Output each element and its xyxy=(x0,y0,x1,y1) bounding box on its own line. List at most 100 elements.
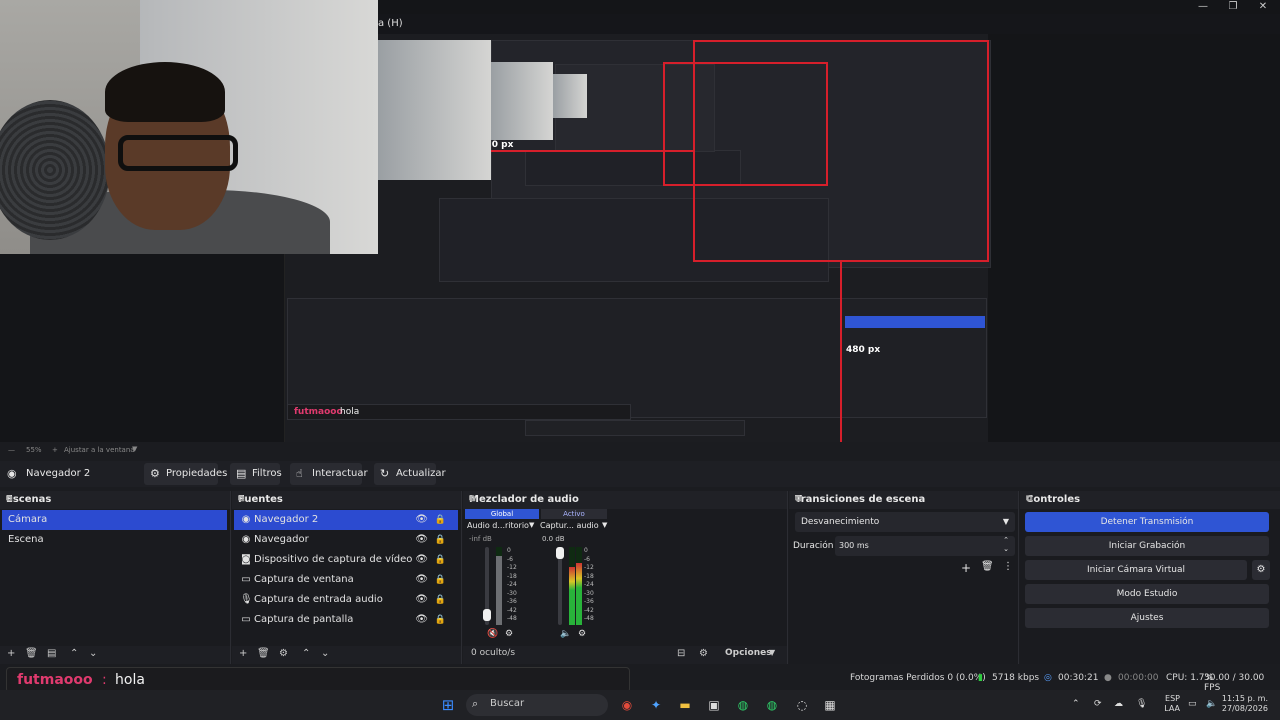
volume-slider-knob[interactable] xyxy=(556,547,564,559)
gear-icon[interactable]: ⚙ xyxy=(505,629,513,639)
add-icon[interactable]: + xyxy=(7,648,15,659)
obs-icon[interactable]: ◌ xyxy=(792,695,812,715)
popout-icon[interactable]: ⧉ xyxy=(238,494,457,504)
more-icon[interactable]: ⋮ xyxy=(1003,561,1013,572)
interact-button[interactable]: ☝ Interactuar xyxy=(290,463,368,485)
settings-button[interactable]: Ajustes xyxy=(1025,608,1269,628)
duration-input[interactable]: 300 ms ⌃ ⌄ xyxy=(835,536,1015,556)
source-label: Dispositivo de captura de vídeo xyxy=(254,554,413,565)
start-virtual-camera-button[interactable]: Iniciar Cámara Virtual xyxy=(1025,560,1247,580)
move-down-icon[interactable]: ⌄ xyxy=(321,648,329,659)
popout-icon[interactable]: ⧉ xyxy=(469,494,783,504)
transition-select[interactable]: Desvanecimiento ▼ xyxy=(795,512,1015,532)
options-button[interactable]: Opciones xyxy=(725,648,772,658)
lock-icon[interactable]: 🔒 xyxy=(435,530,446,550)
lock-icon[interactable]: 🔒 xyxy=(435,550,446,570)
chevron-down-icon[interactable]: ▼ xyxy=(529,521,534,529)
trash-icon[interactable]: 🗑 xyxy=(257,648,270,659)
refresh-label: Actualizar xyxy=(396,468,446,479)
app-icon[interactable]: ◍ xyxy=(762,695,782,715)
lock-icon[interactable]: 🔒 xyxy=(435,510,446,530)
volume-icon[interactable]: 🔈 xyxy=(1206,699,1217,709)
move-up-icon[interactable]: ⌃ xyxy=(302,648,310,659)
move-down-icon[interactable]: ⌄ xyxy=(89,648,97,659)
gear-icon[interactable]: ⚙ xyxy=(1252,560,1270,580)
chrome-icon[interactable]: ◉ xyxy=(617,695,637,715)
source-item[interactable]: ▭ Captura de pantalla 👁 🔒 xyxy=(234,610,458,630)
copilot-icon[interactable]: ✦ xyxy=(646,695,666,715)
chat-message: hola xyxy=(115,672,145,688)
channel-db: -inf dB xyxy=(469,535,492,543)
scene-item[interactable]: Escena xyxy=(2,530,227,550)
zoom-out-icon[interactable]: — xyxy=(8,446,15,454)
fit-window-label[interactable]: Ajustar a la ventana xyxy=(64,446,135,454)
close-button[interactable]: ✕ xyxy=(1248,1,1278,13)
popout-icon[interactable]: ⧉ xyxy=(1026,494,1276,504)
taskbar-search[interactable]: ⌕ Buscar xyxy=(466,694,608,716)
add-icon[interactable]: + xyxy=(961,561,971,575)
microphone-icon[interactable]: 🎙 xyxy=(1136,699,1147,709)
eye-icon[interactable]: 👁 xyxy=(415,510,428,530)
source-item[interactable]: 🎙 Captura de entrada audio 👁 🔒 xyxy=(234,590,458,610)
eye-icon[interactable]: 👁 xyxy=(415,570,428,590)
app-window-icon[interactable]: ▦ xyxy=(820,695,840,715)
popout-icon[interactable]: ⧉ xyxy=(6,494,226,504)
chevron-down-icon[interactable]: ▼ xyxy=(602,521,607,529)
source-item[interactable]: ◉ Navegador 2 👁 🔒 xyxy=(234,510,458,530)
minimize-button[interactable]: — xyxy=(1188,1,1218,13)
cloud-icon[interactable]: ☁ xyxy=(1114,699,1123,709)
chevron-down-icon[interactable]: ▼ xyxy=(132,445,137,453)
lock-icon[interactable]: 🔒 xyxy=(435,570,446,590)
popout-icon[interactable]: ⧉ xyxy=(795,494,1014,504)
eye-icon[interactable]: 👁 xyxy=(415,590,428,610)
gear-icon[interactable]: ⚙ xyxy=(699,648,708,659)
menu-fragment[interactable]: a (H) xyxy=(378,18,403,29)
clock[interactable]: 11:15 p. m. 27/08/2026 xyxy=(1220,694,1268,714)
trash-icon[interactable]: 🗑 xyxy=(981,561,994,572)
gear-icon[interactable]: ⚙ xyxy=(578,629,586,639)
eye-icon[interactable]: 👁 xyxy=(415,530,428,550)
preview-canvas[interactable]: futmaooo hola 1120 px 480 px xyxy=(0,0,1280,442)
tab-activo[interactable]: Activo xyxy=(541,509,607,519)
scene-item[interactable]: Cámara xyxy=(2,510,227,530)
eye-icon[interactable]: 👁 xyxy=(415,610,428,630)
speaker-icon[interactable]: 🔈 xyxy=(560,629,571,639)
source-item[interactable]: ◉ Navegador 👁 🔒 xyxy=(234,530,458,550)
refresh-button[interactable]: ↻ Actualizar xyxy=(374,463,446,485)
gear-icon[interactable]: ⚙ xyxy=(279,648,288,659)
zoom-in-icon[interactable]: + xyxy=(52,446,58,454)
filter-icon[interactable]: ▤ xyxy=(47,648,56,659)
chevron-up-icon[interactable]: ⌃ xyxy=(1072,699,1080,709)
source-item[interactable]: ▭ Captura de ventana 👁 🔒 xyxy=(234,570,458,590)
add-icon[interactable]: + xyxy=(239,648,247,659)
network-icon[interactable]: ⟳ xyxy=(1094,699,1102,709)
lock-icon[interactable]: 🔒 xyxy=(435,590,446,610)
webcam-source xyxy=(0,0,378,254)
start-recording-button[interactable]: Iniciar Grabación xyxy=(1025,536,1269,556)
volume-slider-knob[interactable] xyxy=(483,609,491,621)
selection-box-inner[interactable] xyxy=(663,62,828,186)
display-icon[interactable]: ▭ xyxy=(1188,699,1197,709)
store-icon[interactable]: ▣ xyxy=(704,695,724,715)
move-up-icon[interactable]: ⌃ xyxy=(70,648,78,659)
stepper-icon[interactable]: ⌃ ⌄ xyxy=(1003,536,1009,554)
chevron-down-icon[interactable]: ▼ xyxy=(769,648,775,657)
zoom-level[interactable]: 55% xyxy=(26,446,42,454)
trash-icon[interactable]: 🗑 xyxy=(25,648,38,659)
whatsapp-icon[interactable]: ◍ xyxy=(733,695,753,715)
gear-icon: ⚙ xyxy=(150,467,160,480)
source-item[interactable]: ◙ Dispositivo de captura de vídeo 👁 🔒 xyxy=(234,550,458,570)
tab-global[interactable]: Global xyxy=(465,509,539,519)
lock-icon[interactable]: 🔒 xyxy=(435,610,446,630)
language-indicator[interactable]: ESP LAA xyxy=(1160,694,1180,714)
stop-streaming-button[interactable]: Detener Transmisión xyxy=(1025,512,1269,532)
filters-button[interactable]: ▤ Filtros xyxy=(230,463,282,485)
speaker-muted-icon[interactable]: 🔇 xyxy=(487,629,498,639)
layout-icon[interactable]: ⊟ xyxy=(677,648,685,659)
file-explorer-icon[interactable]: ▬ xyxy=(675,695,695,715)
eye-icon[interactable]: 👁 xyxy=(415,550,428,570)
studio-mode-button[interactable]: Modo Estudio xyxy=(1025,584,1269,604)
windows-start-icon[interactable]: ⊞ xyxy=(438,695,458,715)
properties-button[interactable]: ⚙ Propiedades xyxy=(144,463,227,485)
maximize-button[interactable]: ❐ xyxy=(1218,1,1248,13)
